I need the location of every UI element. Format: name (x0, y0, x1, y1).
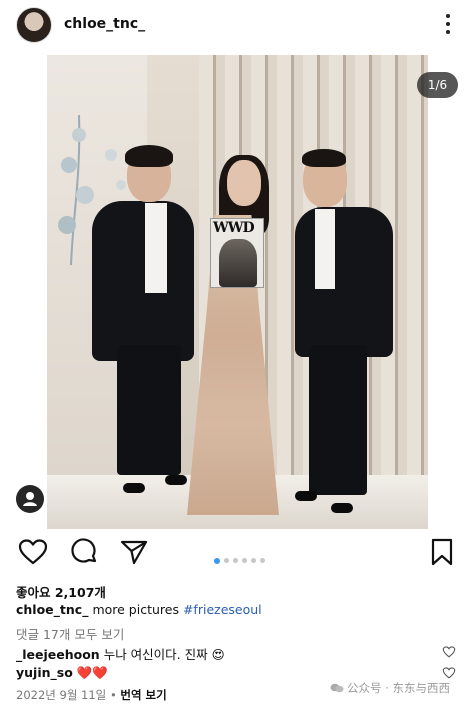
wechat-icon (330, 683, 344, 693)
post-footer: 2022년 9월 11일 • 번역 보기 (16, 687, 167, 703)
magazine-portrait (219, 239, 257, 287)
share-icon[interactable] (118, 536, 150, 568)
comment-icon[interactable] (68, 536, 100, 568)
carousel-dot (233, 558, 238, 563)
comment-username[interactable]: yujin_so (16, 665, 73, 680)
translate-link[interactable]: 번역 보기 (120, 688, 166, 702)
post-date: 2022년 9월 11일 (16, 688, 107, 702)
comment-username[interactable]: _leejeehoon (16, 647, 100, 662)
carousel-dot (251, 558, 256, 563)
avatar[interactable] (16, 7, 52, 43)
view-all-comments-link[interactable]: 댓글 17개 모두 보기 (16, 624, 124, 643)
more-vertical-icon[interactable] (440, 12, 456, 38)
watermark: 公众号 · 东东与西西 (330, 680, 450, 696)
comment-text: ❤️❤️ (76, 665, 108, 680)
person-right-legs (309, 345, 367, 495)
carousel-dot (242, 558, 247, 563)
bookmark-icon[interactable] (426, 536, 458, 568)
person-center-face (227, 160, 261, 206)
image-counter-badge: 1/6 (417, 72, 458, 98)
comment-row: _leejeehoon 누나 여신이다. 진짜 😍 (16, 644, 225, 663)
magazine-title: WWD (213, 220, 255, 236)
person-right-shirt (315, 209, 335, 289)
person-left-shirt (145, 203, 167, 293)
comment-like-heart-icon[interactable] (442, 665, 456, 679)
comment-row: yujin_so ❤️❤️ (16, 665, 108, 681)
person-left-jacket (92, 201, 194, 361)
comment-text: 누나 여신이다. 진짜 😍 (103, 647, 225, 662)
magazine-cover: WWD (210, 218, 264, 288)
carousel-dot (224, 558, 229, 563)
username[interactable]: chloe_tnc_ (64, 16, 145, 32)
caption-username[interactable]: chloe_tnc_ (16, 602, 88, 617)
post-header: chloe_tnc_ (0, 0, 474, 52)
caption-text: more pictures (92, 602, 179, 617)
likes-count[interactable]: 좋아요 2,107개 (16, 582, 106, 601)
shoe (295, 491, 317, 501)
comment-like-heart-icon[interactable] (442, 644, 456, 658)
carousel-indicator (214, 550, 269, 564)
person-left-legs (117, 345, 181, 475)
shoe (165, 475, 187, 485)
post-photo[interactable]: WWD (47, 55, 428, 529)
person-right-hair (302, 149, 346, 167)
caption: chloe_tnc_ more pictures #friezeseoul (16, 602, 262, 617)
footer-separator: • (109, 688, 117, 702)
watermark-text: 公众号 · 东东与西西 (347, 681, 450, 695)
heart-icon[interactable] (17, 536, 49, 568)
person-tag-icon[interactable] (16, 485, 44, 513)
caption-hashtag[interactable]: #friezeseoul (183, 602, 262, 617)
shoe (331, 503, 353, 513)
carousel-dot (214, 557, 220, 564)
person-right-jacket (295, 207, 393, 357)
carousel-dot (260, 558, 265, 563)
shoe (123, 483, 145, 493)
person-left-hair (125, 145, 173, 167)
